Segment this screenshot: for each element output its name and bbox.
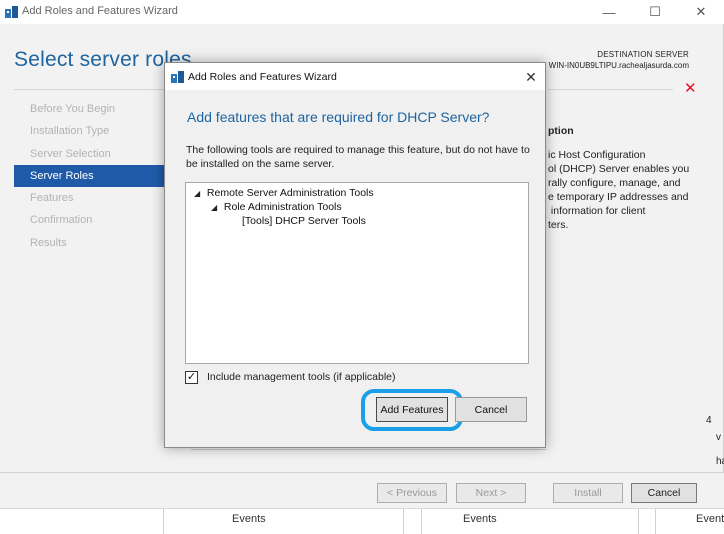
close-window-button[interactable]: ✕: [678, 0, 724, 24]
collapse-arrow-icon[interactable]: ◢: [211, 203, 221, 212]
column-divider: [655, 509, 656, 534]
nav-item-confirmation[interactable]: Confirmation: [14, 209, 165, 231]
nav-item-results[interactable]: Results: [14, 232, 165, 254]
tree-item-remote-server-admin-tools[interactable]: ◢ Remote Server Administration Tools: [194, 187, 374, 199]
tree-item-label: Role Administration Tools: [223, 201, 342, 213]
wizard-nav: Before You Begin Installation Type Serve…: [14, 98, 165, 254]
dialog-close-button[interactable]: ✕: [520, 66, 542, 88]
tree-item-role-admin-tools[interactable]: ◢ Role Administration Tools: [211, 201, 342, 213]
events-tile-header[interactable]: Events: [232, 509, 266, 534]
nav-item-server-roles[interactable]: Server Roles: [14, 164, 165, 188]
partial-text: 4: [706, 415, 712, 426]
nav-item-server-selection[interactable]: Server Selection: [14, 143, 165, 165]
dialog-titlebar[interactable]: Add Roles and Features Wizard ✕: [165, 63, 545, 90]
description-line: e temporary IP addresses and: [548, 191, 689, 203]
include-management-tools-checkbox[interactable]: ✓: [185, 371, 198, 384]
column-divider: [638, 509, 639, 534]
collapse-arrow-icon[interactable]: ◢: [194, 189, 204, 198]
header-divider: [14, 89, 164, 90]
main-titlebar[interactable]: Add Roles and Features Wizard — ☐ ✕: [0, 0, 724, 24]
nav-item-features[interactable]: Features: [14, 187, 165, 209]
required-features-tree: ◢ Remote Server Administration Tools ◢ R…: [185, 182, 529, 364]
column-divider: [421, 509, 422, 534]
window-title: Add Roles and Features Wizard: [22, 5, 178, 17]
tree-item-label: [Tools] DHCP Server Tools: [242, 215, 366, 227]
description-line: ic Host Configuration: [548, 149, 646, 161]
dialog-cancel-button[interactable]: Cancel: [455, 397, 527, 422]
destination-server-name: WIN-IN0UB9LTIPU.rachealjasurda.com: [548, 61, 689, 70]
description-title: ption: [548, 125, 574, 137]
add-features-dialog: Add Roles and Features Wizard ✕ Add feat…: [164, 62, 546, 448]
partial-text: v: [716, 432, 721, 443]
previous-button[interactable]: < Previous: [377, 483, 447, 503]
tree-item-dhcp-server-tools[interactable]: [Tools] DHCP Server Tools: [242, 215, 366, 227]
cancel-button[interactable]: Cancel: [631, 483, 697, 503]
events-strip: Events Events Event: [0, 508, 724, 534]
include-management-tools-label[interactable]: Include management tools (if applicable): [207, 371, 396, 383]
dialog-title: Add Roles and Features Wizard: [188, 71, 337, 83]
app-icon: [5, 6, 18, 18]
error-close-icon[interactable]: ✕: [684, 79, 697, 97]
column-divider: [163, 509, 164, 534]
header-divider: [548, 89, 673, 90]
install-button[interactable]: Install: [553, 483, 623, 503]
dialog-description: The following tools are required to mana…: [186, 144, 530, 170]
tree-item-label: Remote Server Administration Tools: [206, 187, 374, 199]
column-divider: [403, 509, 404, 534]
partial-text: ha: [716, 456, 724, 467]
role-description-panel: ption ic Host Configuration ol (DHCP) Se…: [548, 124, 698, 232]
description-line: ol (DHCP) Server enables you: [548, 163, 690, 175]
nav-item-installation-type[interactable]: Installation Type: [14, 120, 165, 142]
description-line: ters.: [548, 219, 569, 231]
partial-background-text: 4 v ha: [700, 415, 724, 475]
events-tile-header[interactable]: Event: [696, 509, 724, 534]
maximize-button[interactable]: ☐: [632, 0, 678, 24]
description-line: information for client: [548, 205, 646, 217]
minimize-button[interactable]: —: [586, 0, 632, 24]
nav-item-before-you-begin[interactable]: Before You Begin: [14, 98, 165, 120]
dialog-heading: Add features that are required for DHCP …: [187, 109, 490, 125]
description-line: rally configure, manage, and: [548, 177, 681, 189]
app-icon: [171, 71, 184, 83]
add-features-button[interactable]: Add Features: [376, 397, 448, 422]
destination-server-label: DESTINATION SERVER: [597, 50, 689, 59]
events-tile-header[interactable]: Events: [463, 509, 497, 534]
next-button[interactable]: Next >: [456, 483, 526, 503]
roles-list-border: [191, 449, 546, 450]
